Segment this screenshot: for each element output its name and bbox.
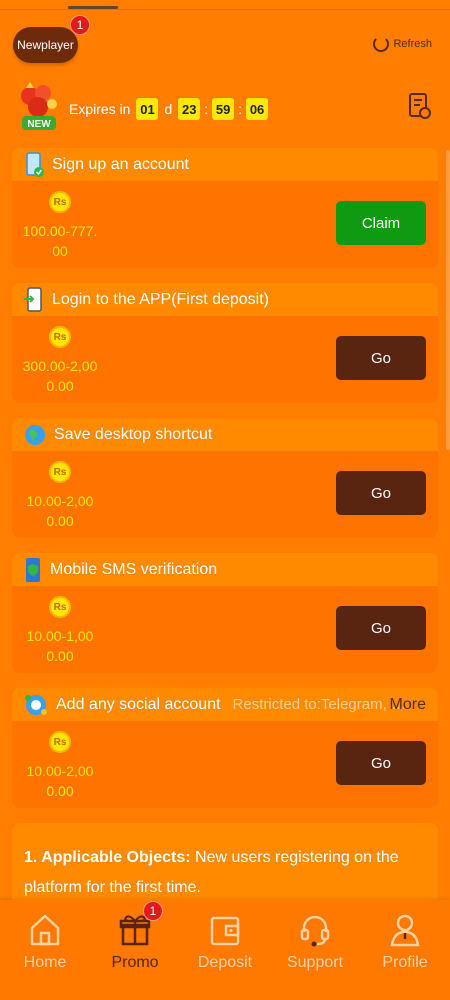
rules-heading: 1. Applicable Objects: xyxy=(24,849,191,866)
nav-promo[interactable]: Promo 1 xyxy=(90,900,180,1000)
home-icon xyxy=(30,914,60,946)
task-title: Login to the APP(First deposit) xyxy=(52,290,269,308)
nav-deposit[interactable]: Deposit xyxy=(180,900,270,1000)
more-link[interactable]: More xyxy=(390,696,426,714)
nav-label: Support xyxy=(286,954,344,971)
social-bubble-icon xyxy=(25,694,47,715)
nav-label: Profile xyxy=(382,954,428,971)
phone-check-icon xyxy=(26,151,44,177)
rupee-coin-icon: Rs xyxy=(49,461,71,483)
rupee-coin-icon: Rs xyxy=(49,731,71,753)
top-divider xyxy=(0,9,450,10)
reward-amount: 10.00-2,00 0.00 xyxy=(26,763,94,799)
rupee-coin-icon: Rs xyxy=(49,596,71,618)
go-button[interactable]: Go xyxy=(336,336,426,380)
reward-amount: 100.00-777. 00 xyxy=(22,223,98,259)
timer-day-unit: d xyxy=(164,101,173,117)
rupee-coin-icon: Rs xyxy=(49,191,71,213)
bottom-nav: Home Promo 1 Deposit Support Profile xyxy=(0,900,450,1000)
promo-badge: 1 xyxy=(143,901,163,921)
profile-icon xyxy=(390,914,420,947)
task-title: Save desktop shortcut xyxy=(54,425,213,443)
refresh-icon xyxy=(373,36,390,52)
rules-document-icon[interactable] xyxy=(408,92,432,120)
nav-home[interactable]: Home xyxy=(0,900,90,1000)
nav-profile[interactable]: Profile xyxy=(360,900,450,1000)
task-title: Add any social account xyxy=(56,695,221,713)
nav-support[interactable]: Support xyxy=(270,900,360,1000)
task-title: Sign up an account xyxy=(52,155,189,173)
expires-label: Expires in xyxy=(69,101,131,117)
timer-days: 01 xyxy=(136,98,159,120)
headset-icon xyxy=(300,915,330,947)
reward-amount: 10.00-2,00 0.00 xyxy=(26,493,94,529)
globe-icon xyxy=(25,424,45,445)
expiry-timer-row: NEW Expires in 01 d 23 : 59 : 06 xyxy=(12,80,438,135)
task-card-signup: Sign up an account Rs 100.00-777. 00 Cla… xyxy=(12,148,438,268)
phone-login-icon xyxy=(24,286,42,312)
nav-label: Deposit xyxy=(197,954,253,971)
expires-countdown: Expires in 01 d 23 : 59 : 06 xyxy=(69,98,269,120)
go-button[interactable]: Go xyxy=(336,606,426,650)
task-card-desktop-shortcut: Save desktop shortcut Rs 10.00-2,00 0.00… xyxy=(12,418,438,538)
new-label: NEW xyxy=(27,119,51,130)
rupee-coin-icon: Rs xyxy=(49,326,71,348)
go-button[interactable]: Go xyxy=(336,741,426,785)
task-card-social-account: Add any social account Restricted to:Tel… xyxy=(12,688,438,808)
task-title: Mobile SMS verification xyxy=(50,560,218,578)
refresh-label: Refresh xyxy=(393,38,432,50)
go-button[interactable]: Go xyxy=(336,471,426,515)
newplayer-tab[interactable]: Newplayer xyxy=(13,27,78,63)
nav-label: Promo xyxy=(111,954,159,971)
newplayer-badge: 1 xyxy=(70,15,90,35)
timer-separator: : xyxy=(204,101,209,117)
reward-amount: 300.00-2,00 0.00 xyxy=(22,358,98,394)
restricted-note: Restricted to:Telegram, Fa... xyxy=(232,696,413,713)
scrollbar[interactable] xyxy=(446,150,450,450)
timer-minutes: 59 xyxy=(212,98,235,120)
nav-label: Home xyxy=(23,954,67,971)
refresh-button[interactable]: Refresh xyxy=(373,36,432,52)
phone-shield-icon xyxy=(26,557,40,582)
newplayer-tab-label: Newplayer xyxy=(17,38,74,52)
timer-separator: : xyxy=(238,101,243,117)
claim-button[interactable]: Claim xyxy=(336,201,426,245)
wallet-icon xyxy=(210,916,240,946)
task-card-sms-verification: Mobile SMS verification Rs 10.00-1,00 0.… xyxy=(12,553,438,673)
timer-seconds: 06 xyxy=(246,98,269,120)
new-gift-icon: NEW xyxy=(21,82,57,130)
task-card-login-app: Login to the APP(First deposit) Rs 300.0… xyxy=(12,283,438,403)
timer-hours: 23 xyxy=(178,98,201,120)
reward-amount: 10.00-1,00 0.00 xyxy=(26,628,94,664)
